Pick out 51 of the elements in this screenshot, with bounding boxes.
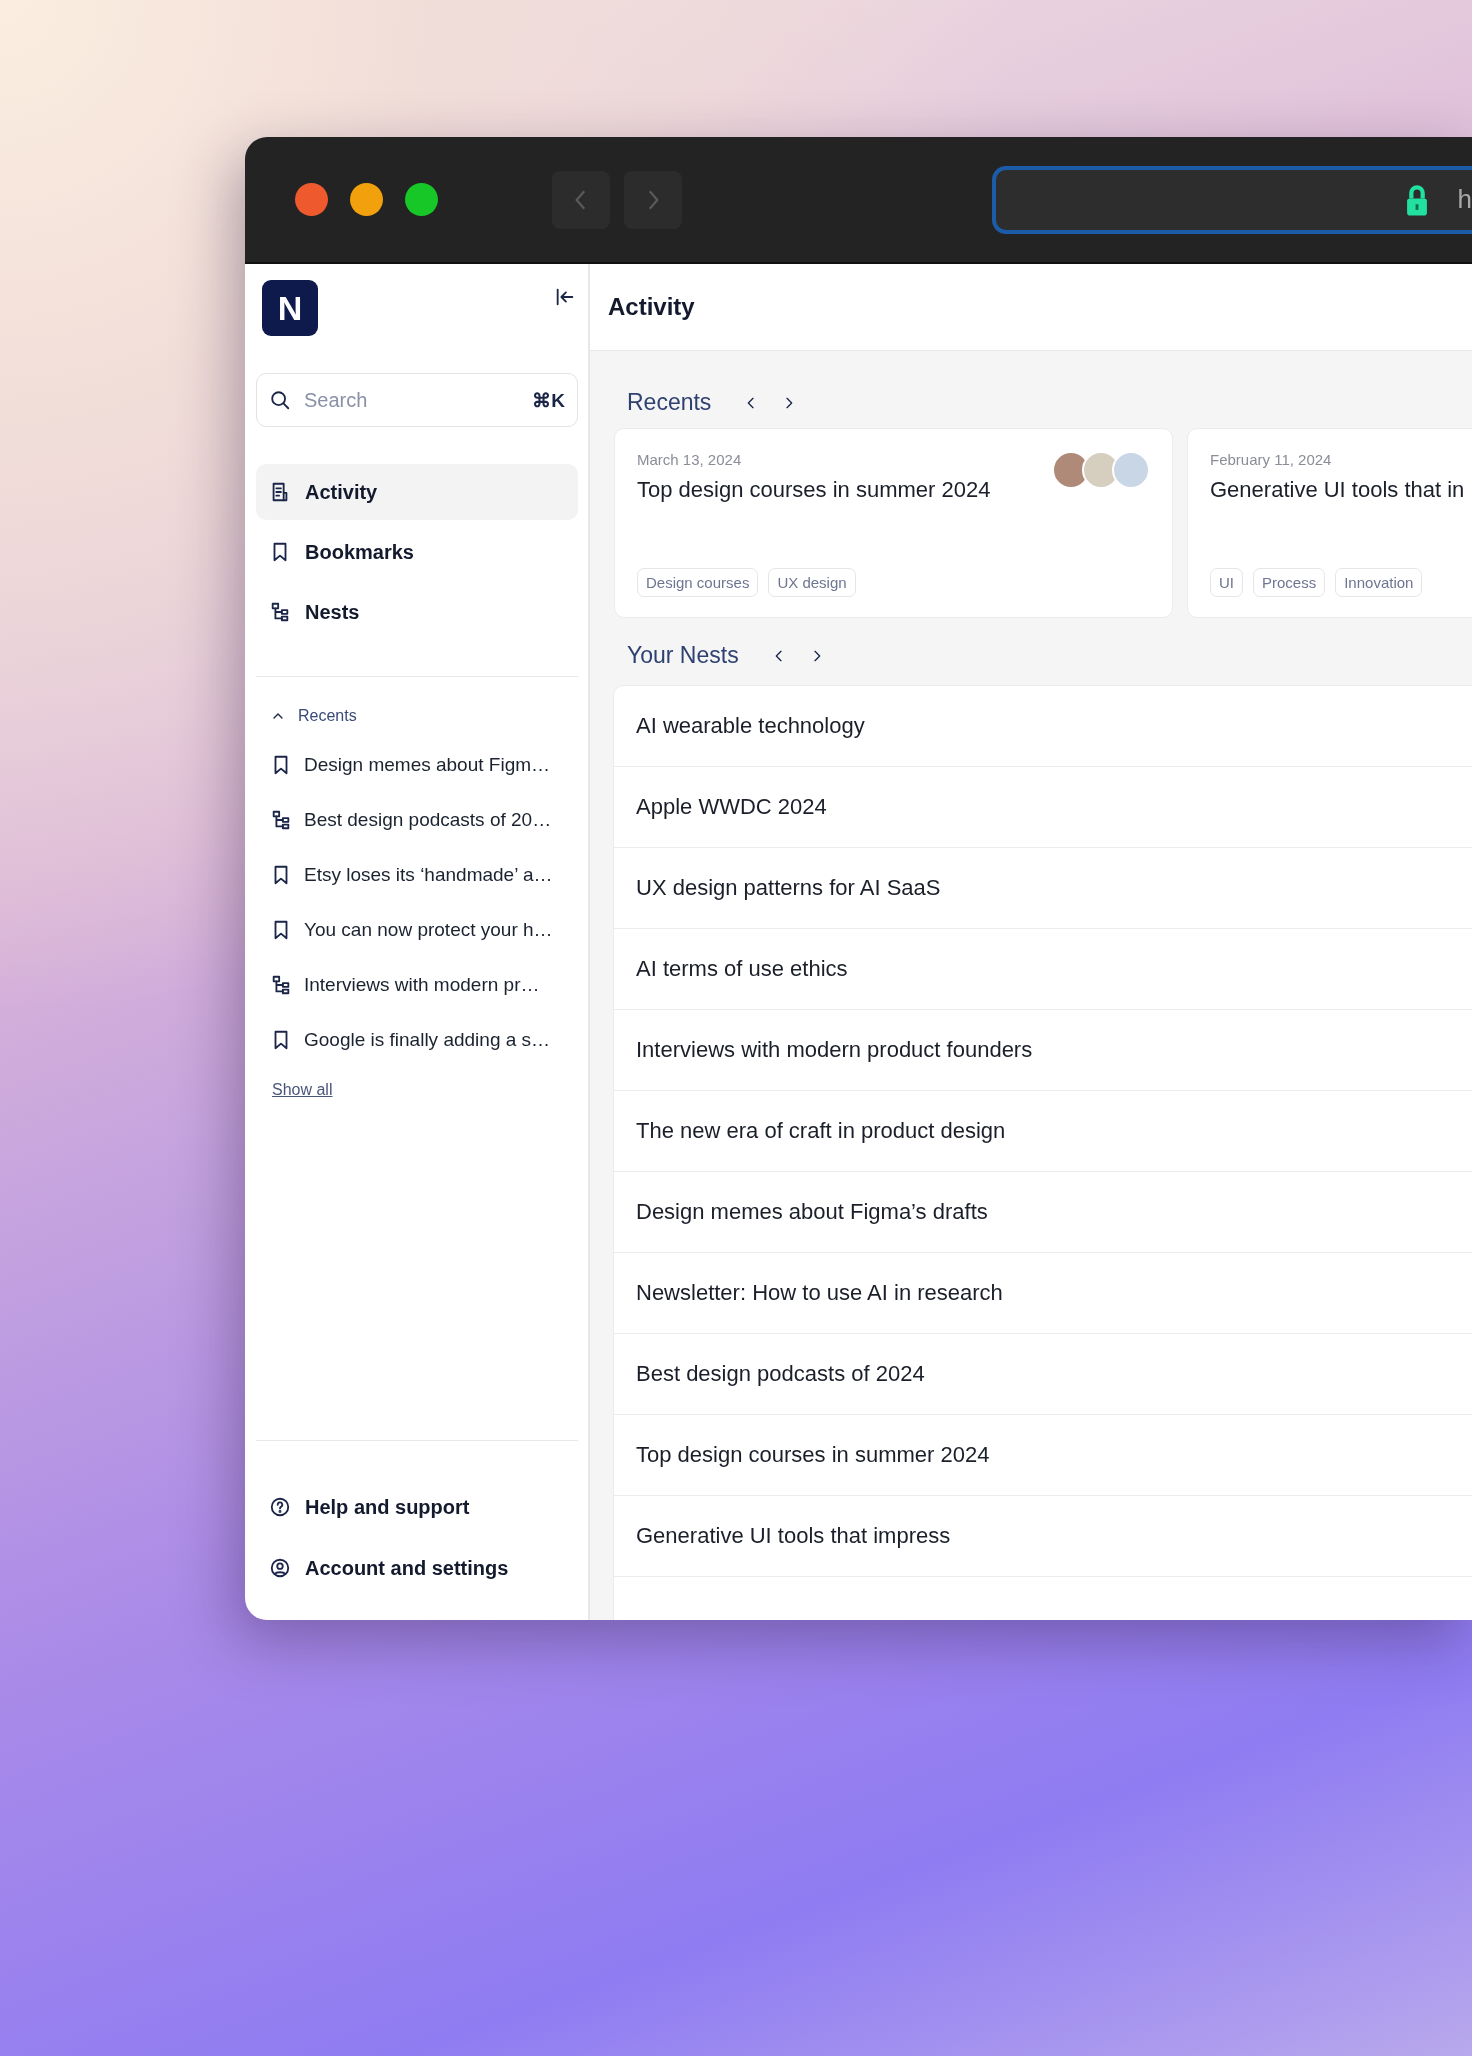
hierarchy-icon: [270, 808, 292, 831]
shortcut-hint: ⌘K: [532, 389, 565, 412]
nest-row[interactable]: AI wearable technology: [614, 686, 1472, 767]
zoom-window-button[interactable]: [405, 183, 438, 216]
recent-item[interactable]: You can now protect your h…: [256, 902, 578, 957]
page-title: Activity: [590, 264, 1472, 351]
card-title: Generative UI tools that in: [1210, 477, 1466, 503]
footer-link[interactable]: Account and settings: [256, 1540, 578, 1596]
recent-item[interactable]: Etsy loses its ‘handmade’ a…: [256, 847, 578, 902]
nest-row[interactable]: Design memes about Figma’s drafts: [614, 1172, 1472, 1253]
account-icon: [269, 1557, 291, 1579]
address-bar[interactable]: h: [992, 165, 1472, 234]
app-logo[interactable]: N: [262, 280, 318, 336]
nest-row[interactable]: UX design patterns for AI SaaS: [614, 848, 1472, 929]
recent-item[interactable]: Best design podcasts of 20…: [256, 792, 578, 847]
tag-chip[interactable]: UI: [1210, 568, 1243, 597]
nav-item[interactable]: Bookmarks: [256, 524, 578, 580]
recent-item[interactable]: Google is finally adding a s…: [256, 1012, 578, 1067]
card-date: February 11, 2024: [1210, 451, 1332, 468]
nav-item[interactable]: Activity: [256, 464, 578, 520]
hierarchy-icon: [269, 601, 291, 623]
section-title: Your Nests: [627, 642, 739, 669]
collapse-sidebar-icon: [554, 286, 576, 308]
section-title: Recents: [627, 389, 712, 416]
nav-item[interactable]: Nests: [256, 584, 578, 640]
tag-chip[interactable]: Design courses: [637, 568, 759, 597]
nest-row[interactable]: Best design podcasts of 2024: [614, 1334, 1472, 1415]
collapse-sidebar-button[interactable]: [554, 286, 576, 308]
tag-chip[interactable]: UX design: [768, 568, 856, 597]
recent-item[interactable]: Interviews with modern pr…: [256, 957, 578, 1012]
hierarchy-icon: [270, 973, 292, 996]
nest-row[interactable]: AI terms of use ethics: [614, 929, 1472, 1010]
url-text: h: [1457, 184, 1472, 215]
recents-toggle[interactable]: Recents: [270, 707, 578, 725]
nest-row[interactable]: Newsletter: How to use AI in research: [614, 1253, 1472, 1334]
nest-row[interactable]: Interviews with modern product founders: [614, 1010, 1472, 1091]
card-title: Top design courses in summer 2024: [637, 477, 992, 503]
show-all-link[interactable]: Show all: [272, 1081, 333, 1099]
recent-item[interactable]: Design memes about Figm…: [256, 737, 578, 792]
close-window-button[interactable]: [295, 183, 328, 216]
help-icon: [269, 1496, 291, 1518]
nest-row[interactable]: Generative UI tools that impress: [614, 1496, 1472, 1577]
search-icon: [269, 389, 291, 411]
card-date: March 13, 2024: [637, 451, 742, 468]
tag-chip[interactable]: Process: [1253, 568, 1326, 597]
tag-chip[interactable]: Innovation: [1335, 568, 1423, 597]
minimize-window-button[interactable]: [350, 183, 383, 216]
footer-link[interactable]: Help and support: [256, 1479, 578, 1535]
nest-row[interactable]: Top design courses in summer 2024: [614, 1415, 1472, 1496]
nest-row[interactable]: Apple WWDC 2024: [614, 767, 1472, 848]
nest-row[interactable]: The new era of craft in product design: [614, 1091, 1472, 1172]
